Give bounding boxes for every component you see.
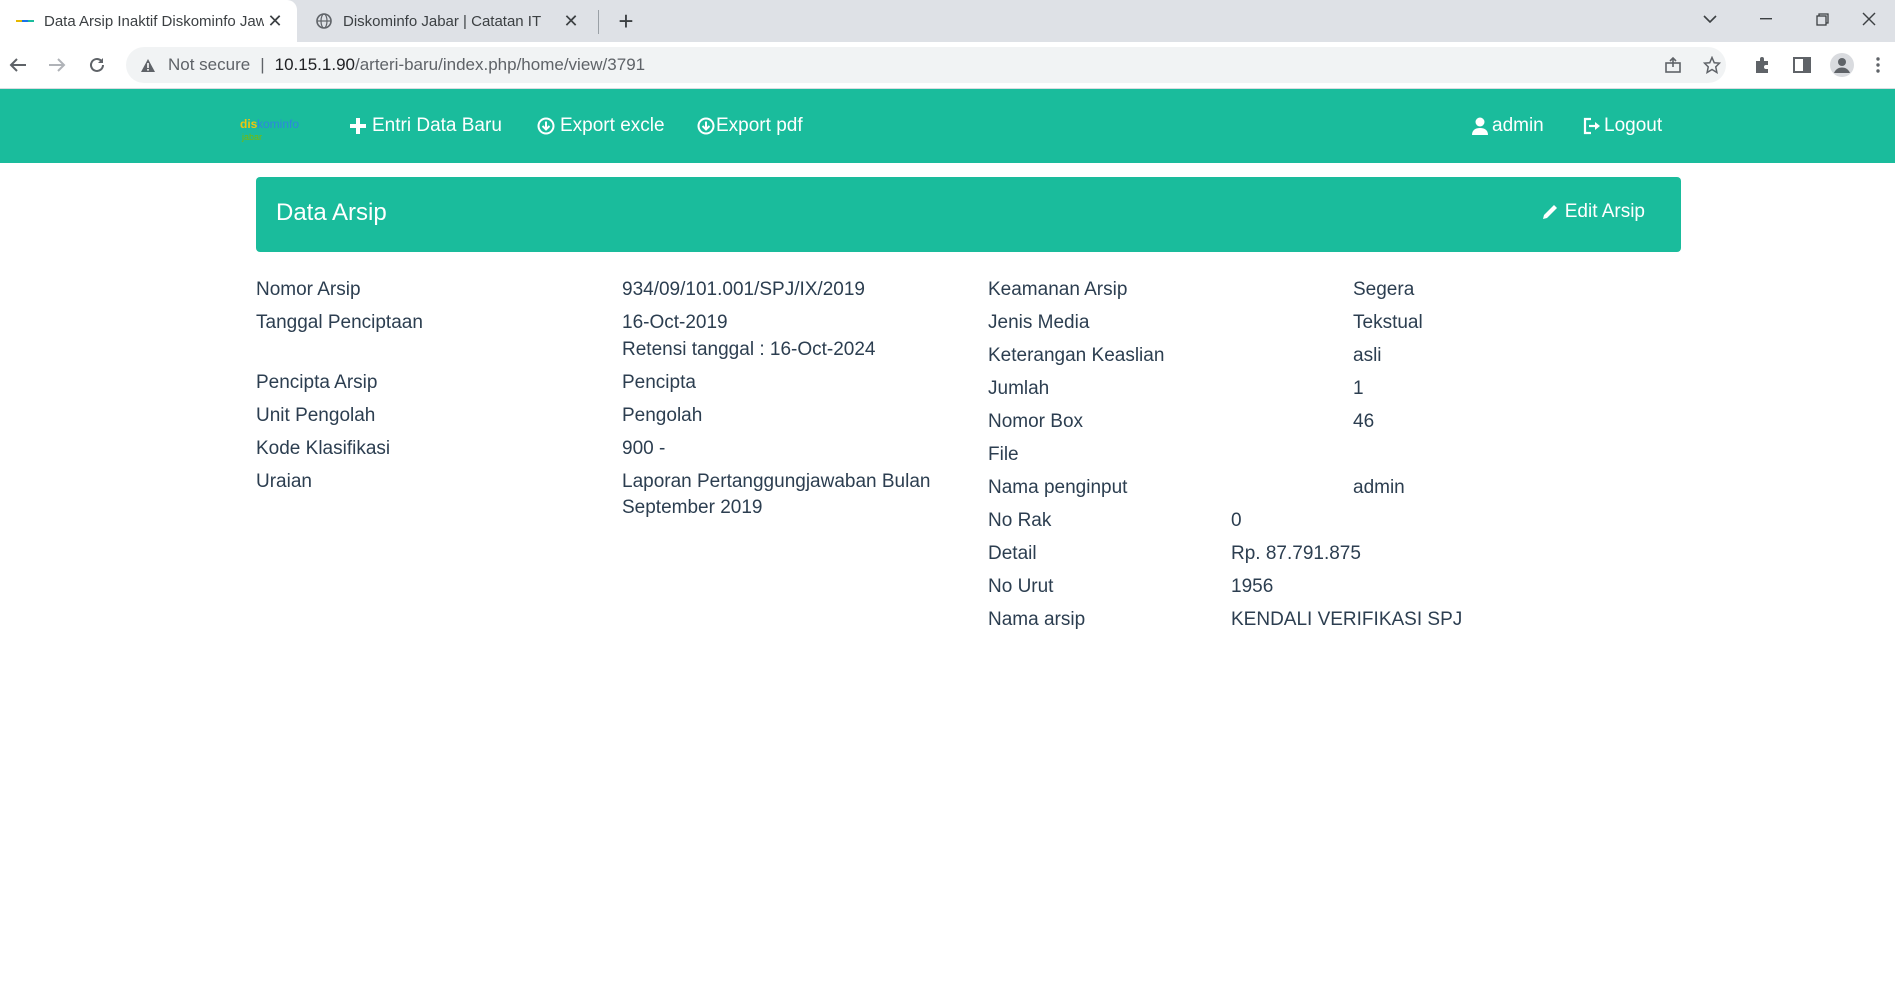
new-tab-button[interactable]: + xyxy=(610,6,642,38)
field-label-nomor-arsip: Nomor Arsip xyxy=(256,279,361,300)
export-pdf-link[interactable]: Export pdf xyxy=(696,114,803,138)
profile-avatar-icon[interactable] xyxy=(1826,49,1858,81)
url-bar[interactable]: Not secure | 10.15.1.90 /arteri-baru/ind… xyxy=(126,47,1726,83)
field-value-keterangan-keaslian: asli xyxy=(1353,345,1382,366)
field-label-file: File xyxy=(988,444,1019,465)
logout-icon xyxy=(1582,116,1602,136)
bookmark-star-icon[interactable] xyxy=(1697,47,1727,83)
field-label-detail: Detail xyxy=(988,543,1037,564)
entri-data-baru-link[interactable]: Entri Data Baru xyxy=(348,114,502,138)
kebab-menu-icon[interactable] xyxy=(1866,49,1890,81)
field-value-nomor-box: 46 xyxy=(1353,411,1375,432)
download-circle-icon xyxy=(696,116,716,136)
logout-link[interactable]: Logout xyxy=(1582,114,1662,138)
forward-arrow-icon[interactable] xyxy=(41,49,73,81)
field-value-nama-arsip: KENDALI VERIFIKASI SPJ xyxy=(1231,609,1463,630)
export-excel-link[interactable]: Export excle xyxy=(536,114,665,138)
logo-part-b: kominfo xyxy=(257,117,299,131)
field-value-retensi: Retensi tanggal : 16-Oct-2024 xyxy=(622,339,876,360)
share-icon[interactable] xyxy=(1658,47,1688,83)
field-label-nama-arsip: Nama arsip xyxy=(988,609,1086,630)
field-label-no-urut: No Urut xyxy=(988,576,1054,597)
reload-icon[interactable] xyxy=(81,49,113,81)
warning-icon[interactable] xyxy=(140,56,158,74)
extensions-puzzle-icon[interactable] xyxy=(1746,49,1778,81)
export-excel-label: Export excle xyxy=(560,115,665,136)
minimize-icon[interactable] xyxy=(1740,0,1792,38)
field-label-jenis-media: Jenis Media xyxy=(988,312,1090,333)
site-favicon-icon xyxy=(16,12,34,30)
url-divider: | xyxy=(260,55,265,74)
entri-label: Entri Data Baru xyxy=(372,115,502,136)
field-value-keamanan-arsip: Segera xyxy=(1353,279,1415,300)
field-value-no-rak: 0 xyxy=(1231,510,1242,531)
back-arrow-icon[interactable] xyxy=(2,49,34,81)
field-label-nama-penginput: Nama penginput xyxy=(988,477,1128,498)
close-window-icon[interactable] xyxy=(1843,0,1895,38)
user-menu-link[interactable]: admin xyxy=(1470,114,1544,138)
edit-arsip-button[interactable]: Edit Arsip xyxy=(1541,201,1645,223)
tab-divider xyxy=(598,10,599,34)
field-value-nama-penginput: admin xyxy=(1353,477,1405,498)
logo-part-a: dis xyxy=(240,117,258,131)
field-label-keamanan-arsip: Keamanan Arsip xyxy=(988,279,1128,300)
restore-icon[interactable] xyxy=(1796,0,1848,38)
pencil-icon xyxy=(1541,202,1561,222)
security-label[interactable]: Not secure xyxy=(168,55,250,75)
logout-label: Logout xyxy=(1604,115,1663,136)
page-title: Data Arsip xyxy=(276,199,387,226)
panel-header: Data Arsip Edit Arsip xyxy=(256,177,1681,252)
tab-title: Data Arsip Inaktif Diskominfo Jawa Barat xyxy=(44,12,264,30)
field-label-uraian: Uraian xyxy=(256,471,312,492)
download-circle-icon xyxy=(536,116,556,136)
field-label-unit-pengolah: Unit Pengolah xyxy=(256,405,376,426)
field-value-kode-klasifikasi: 900 - xyxy=(622,438,666,459)
globe-icon xyxy=(315,12,333,30)
user-icon xyxy=(1470,116,1490,136)
field-label-jumlah: Jumlah xyxy=(988,378,1050,399)
field-value-jumlah: 1 xyxy=(1353,378,1364,399)
tab-title: Diskominfo Jabar | Catatan IT xyxy=(343,12,542,30)
field-value-detail: Rp. 87.791.875 xyxy=(1231,543,1361,564)
field-value-jenis-media: Tekstual xyxy=(1353,312,1423,333)
export-pdf-label: Export pdf xyxy=(716,115,803,136)
address-toolbar: Not secure | 10.15.1.90 /arteri-baru/ind… xyxy=(0,42,1895,89)
field-label-kode-klasifikasi: Kode Klasifikasi xyxy=(256,438,391,459)
close-tab-icon[interactable]: ✕ xyxy=(561,11,581,31)
tab-search-icon[interactable] xyxy=(1684,0,1736,38)
logo-part-c: jabar xyxy=(241,132,262,142)
field-value-pencipta-arsip: Pencipta xyxy=(622,372,696,393)
url-path: /arteri-baru/index.php/home/view/3791 xyxy=(354,55,646,74)
field-value-no-urut: 1956 xyxy=(1231,576,1274,597)
diskominfo-logo[interactable]: dis kominfo jabar xyxy=(240,114,314,144)
browser-tab-active[interactable]: Data Arsip Inaktif Diskominfo Jawa Barat… xyxy=(0,0,297,42)
field-label-pencipta-arsip: Pencipta Arsip xyxy=(256,372,378,393)
field-label-keterangan-keaslian: Keterangan Keaslian xyxy=(988,345,1165,366)
url-host: 10.15.1.90 xyxy=(274,55,355,74)
edit-arsip-label: Edit Arsip xyxy=(1564,201,1645,222)
close-tab-icon[interactable]: ✕ xyxy=(265,11,285,31)
user-name: admin xyxy=(1492,115,1544,136)
browser-tab-inactive[interactable]: Diskominfo Jabar | Catatan IT ✕ xyxy=(299,0,593,42)
field-value-uraian: Laporan Pertanggungjawaban Bulan Septemb… xyxy=(622,471,931,518)
side-panel-icon[interactable] xyxy=(1786,49,1818,81)
field-label-tanggal-penciptaan: Tanggal Penciptaan xyxy=(256,312,423,333)
field-label-nomor-box: Nomor Box xyxy=(988,411,1084,432)
field-value-tanggal-penciptaan: 16-Oct-2019 xyxy=(622,312,728,333)
plus-icon xyxy=(348,116,368,136)
field-label-no-rak: No Rak xyxy=(988,510,1052,531)
field-value-nomor-arsip: 934/09/101.001/SPJ/IX/2019 xyxy=(622,279,865,300)
field-value-unit-pengolah: Pengolah xyxy=(622,405,703,426)
